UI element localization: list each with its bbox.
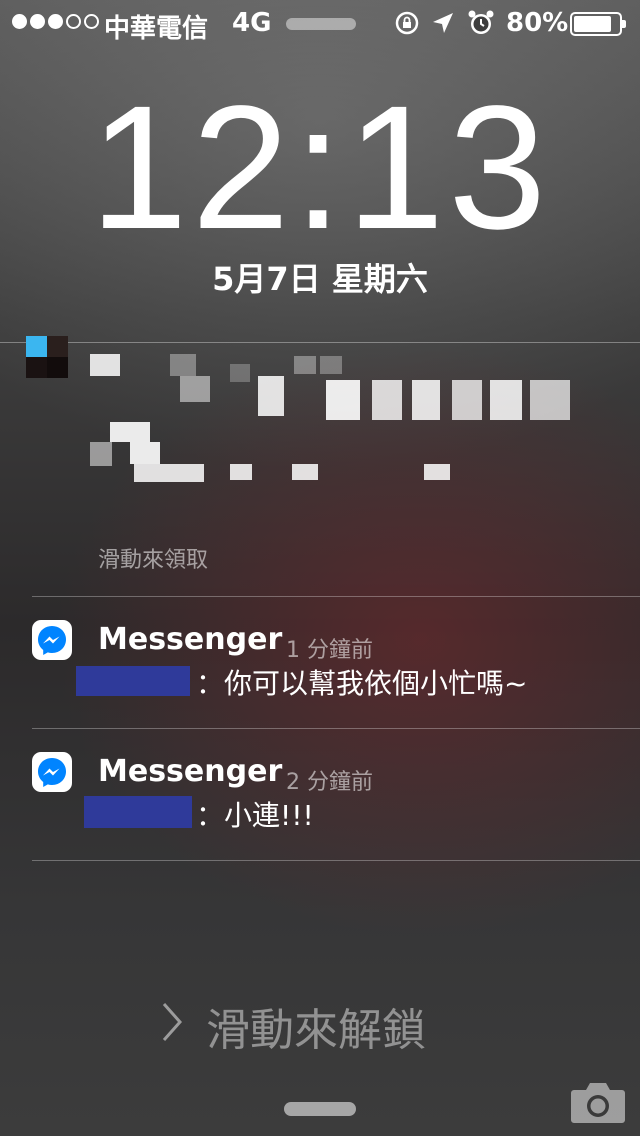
location-arrow-icon [433, 13, 453, 33]
network-type: 4G [232, 8, 272, 38]
notification-time: 2 分鐘前 [286, 770, 373, 795]
notification-action-hint: 滑動來領取 [98, 548, 209, 573]
notification-message: ：你可以幫我依個小忙嗎~ [196, 667, 528, 700]
notification-app-name: Messenger [98, 622, 283, 657]
lock-screen-date: 5月7日 星期六 [212, 260, 428, 298]
messenger-icon [32, 752, 72, 792]
notification-divider [32, 596, 640, 597]
notification-app-name: Messenger [98, 754, 283, 789]
status-bar: 中華電信 4G 80% [0, 0, 640, 48]
signal-strength-icon [12, 14, 99, 29]
carrier-name: 中華電信 [104, 14, 209, 44]
redacted-sender-name [84, 796, 192, 828]
notification-time: 1 分鐘前 [286, 638, 373, 663]
notification-divider [32, 728, 640, 729]
notification-message: ：小連!!! [196, 799, 314, 832]
pixelated-notification-content [80, 340, 620, 500]
battery-icon [570, 12, 626, 36]
alarm-clock-icon [468, 10, 494, 34]
notification-divider [32, 860, 640, 861]
network-activity-bar [286, 18, 356, 30]
rotation-lock-icon [395, 11, 419, 35]
slide-to-unlock-label: 滑動來解鎖 [206, 1005, 426, 1056]
camera-icon[interactable] [570, 1078, 626, 1124]
redacted-app-icon [26, 336, 68, 378]
lock-screen-time: 12:13 [89, 70, 551, 266]
page-indicator [284, 1102, 356, 1116]
redacted-sender-name [76, 666, 190, 696]
chevron-right-icon [162, 1003, 183, 1041]
messenger-icon [32, 620, 72, 660]
battery-percent: 80% [506, 8, 569, 38]
